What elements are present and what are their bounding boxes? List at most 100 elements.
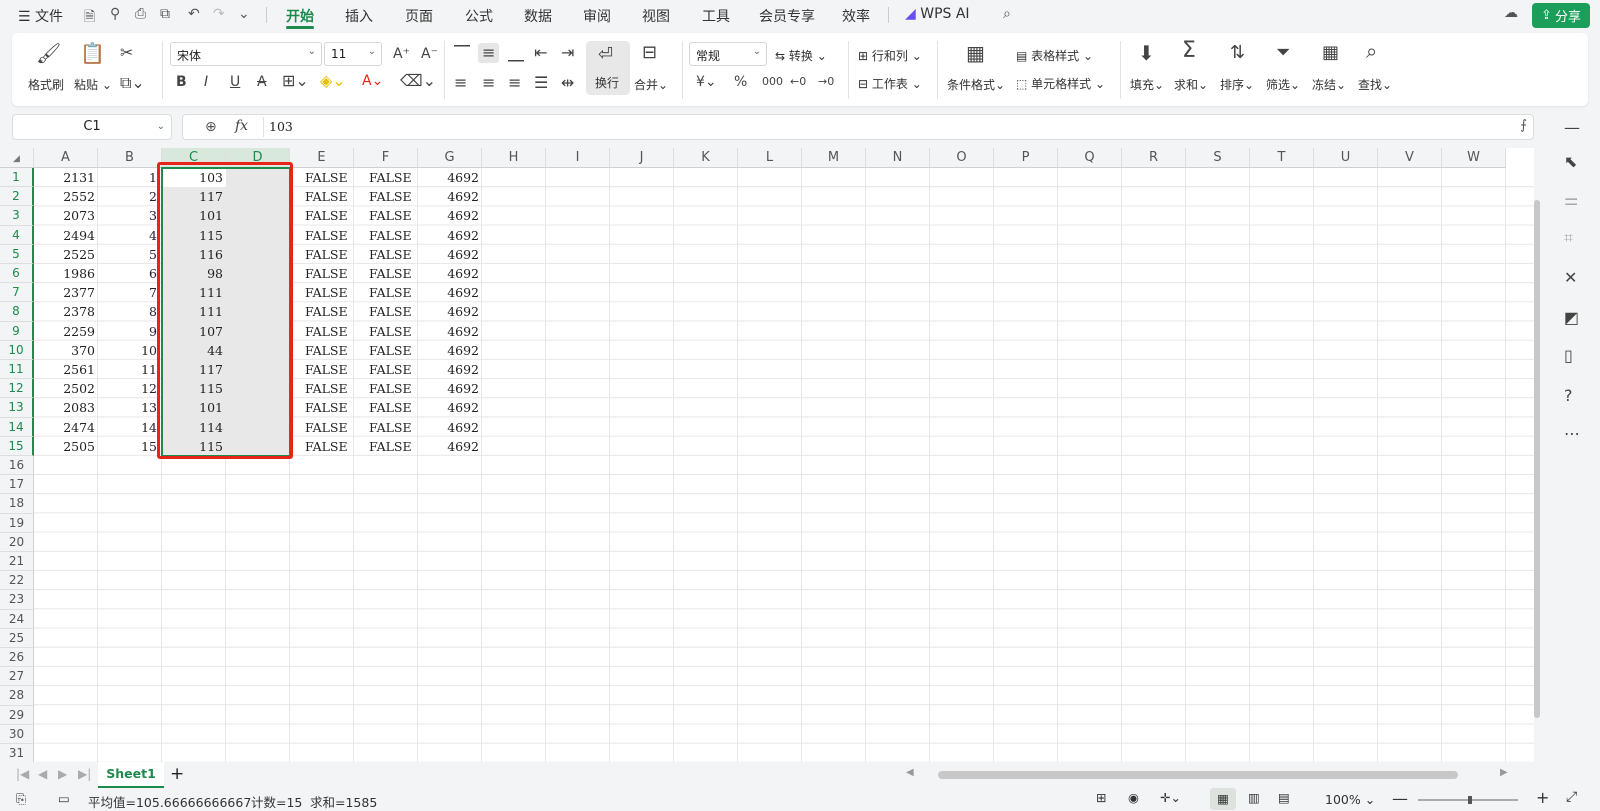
- cell-g12[interactable]: 4692: [418, 379, 482, 398]
- cell-style-button[interactable]: ⬚ 单元格样式 ⌄: [1016, 75, 1105, 92]
- cell-f6[interactable]: FALSE: [369, 264, 418, 283]
- tools-icon[interactable]: ✕: [1564, 270, 1577, 286]
- cell-b9[interactable]: 9: [98, 322, 157, 341]
- find-button[interactable]: 查找⌄: [1358, 76, 1392, 93]
- number-format-select[interactable]: 常规 ⌄: [689, 42, 767, 66]
- macro-icon[interactable]: ⎘: [16, 791, 26, 807]
- cut-icon[interactable]: ✂: [120, 45, 133, 61]
- zoom-slider-thumb[interactable]: [1468, 796, 1472, 804]
- cell-g7[interactable]: 4692: [418, 283, 482, 302]
- cell-b11[interactable]: 11: [98, 360, 157, 379]
- name-box[interactable]: C1 ⌄: [12, 114, 172, 140]
- row-header-22[interactable]: 22: [0, 571, 34, 591]
- horizontal-scrollbar[interactable]: [938, 771, 1458, 779]
- sort-button[interactable]: 排序⌄: [1220, 76, 1254, 93]
- thousands-icon[interactable]: 000: [762, 74, 783, 90]
- crosshair-icon[interactable]: ✛⌄: [1160, 790, 1181, 805]
- cell-a1[interactable]: 2131: [34, 168, 98, 187]
- select-cursor-icon[interactable]: ⬉: [1564, 154, 1577, 170]
- row-header-30[interactable]: 30: [0, 724, 34, 744]
- page-layout-icon[interactable]: ▥: [1248, 790, 1260, 805]
- collapse-icon[interactable]: —: [1564, 120, 1580, 136]
- row-header-21[interactable]: 21: [0, 552, 34, 572]
- row-header-25[interactable]: 25: [0, 628, 34, 648]
- cell-e11[interactable]: FALSE: [305, 360, 354, 379]
- align-top-icon[interactable]: ⎺: [454, 45, 470, 61]
- sum-button[interactable]: 求和⌄: [1174, 76, 1208, 93]
- page-break-icon[interactable]: ▤: [1278, 790, 1290, 805]
- undo-icon[interactable]: ↶: [188, 6, 200, 22]
- cell-f2[interactable]: FALSE: [369, 187, 418, 206]
- cell-f15[interactable]: FALSE: [369, 437, 418, 456]
- cell-g2[interactable]: 4692: [418, 187, 482, 206]
- cell-e6[interactable]: FALSE: [305, 264, 354, 283]
- italic-icon[interactable]: I: [204, 74, 208, 90]
- cell-a9[interactable]: 2259: [34, 322, 98, 341]
- column-header-b[interactable]: B: [98, 148, 162, 168]
- paste-icon[interactable]: 📋: [80, 43, 105, 63]
- fx-icon[interactable]: fx: [235, 118, 248, 134]
- distribute-icon[interactable]: ⇹: [561, 75, 574, 91]
- cell-e14[interactable]: FALSE: [305, 418, 354, 437]
- vertical-scrollbar[interactable]: [1532, 172, 1542, 754]
- column-header-m[interactable]: M: [802, 148, 866, 168]
- align-center-icon[interactable]: ≡: [482, 75, 495, 91]
- cell-f1[interactable]: FALSE: [369, 168, 418, 187]
- conditional-format-icon[interactable]: ▦: [966, 43, 985, 63]
- cell-e1[interactable]: FALSE: [305, 168, 354, 187]
- status-sum[interactable]: 求和=1585: [310, 792, 377, 811]
- cell-f10[interactable]: FALSE: [369, 341, 418, 360]
- book-icon[interactable]: ▯: [1564, 348, 1573, 364]
- row-header-4[interactable]: 4: [0, 225, 34, 245]
- fill-button[interactable]: 填充⌄: [1130, 76, 1164, 93]
- row-header-20[interactable]: 20: [0, 532, 34, 552]
- cell-g15[interactable]: 4692: [418, 437, 482, 456]
- row-header-7[interactable]: 7: [0, 283, 34, 303]
- align-bottom-icon[interactable]: ⎽: [508, 45, 524, 61]
- table-style-button[interactable]: ▤ 表格样式 ⌄: [1016, 47, 1093, 64]
- crop-icon[interactable]: ⌗: [1564, 230, 1573, 246]
- cell-b4[interactable]: 4: [98, 226, 157, 245]
- column-header-w[interactable]: W: [1442, 148, 1506, 168]
- row-header-19[interactable]: 19: [0, 513, 34, 533]
- cell-e2[interactable]: FALSE: [305, 187, 354, 206]
- save-icon[interactable]: 🗎: [84, 6, 95, 30]
- cell-a4[interactable]: 2494: [34, 226, 98, 245]
- font-shrink-icon[interactable]: A⁻: [421, 46, 438, 62]
- cell-e10[interactable]: FALSE: [305, 341, 354, 360]
- cell-g10[interactable]: 4692: [418, 341, 482, 360]
- tab-formula[interactable]: 公式: [465, 6, 493, 26]
- cell-f11[interactable]: FALSE: [369, 360, 418, 379]
- column-header-p[interactable]: P: [994, 148, 1058, 168]
- cell-f14[interactable]: FALSE: [369, 418, 418, 437]
- column-header-t[interactable]: T: [1250, 148, 1314, 168]
- note-icon[interactable]: ▭: [58, 791, 70, 806]
- column-header-u[interactable]: U: [1314, 148, 1378, 168]
- percent-icon[interactable]: %: [734, 74, 747, 90]
- row-header-12[interactable]: 12: [0, 379, 34, 399]
- print-icon[interactable]: ⎙: [135, 6, 146, 22]
- row-header-17[interactable]: 17: [0, 475, 34, 495]
- cell-a7[interactable]: 2377: [34, 283, 98, 302]
- tab-wps-ai[interactable]: ◢ WPS AI: [905, 6, 970, 22]
- justify-icon[interactable]: ☰: [534, 75, 548, 91]
- sum-icon[interactable]: Σ: [1182, 40, 1196, 62]
- more-icon[interactable]: ⋯: [1564, 426, 1580, 442]
- bold-icon[interactable]: B: [176, 74, 187, 90]
- cell-b10[interactable]: 10: [98, 341, 157, 360]
- column-header-k[interactable]: K: [674, 148, 738, 168]
- cell-b2[interactable]: 2: [98, 187, 157, 206]
- freeze-button[interactable]: 冻结⌄: [1312, 76, 1346, 93]
- underline-icon[interactable]: U: [230, 74, 240, 90]
- row-header-3[interactable]: 3: [0, 206, 34, 226]
- row-header-26[interactable]: 26: [0, 648, 34, 668]
- cell-b7[interactable]: 7: [98, 283, 157, 302]
- paste-button[interactable]: 粘贴 ⌄: [74, 76, 112, 93]
- zoom-out-icon[interactable]: —: [1392, 789, 1408, 808]
- format-painter-icon[interactable]: 🖌: [36, 43, 61, 63]
- clear-format-icon[interactable]: ⌫⌄: [400, 73, 436, 89]
- cell-a3[interactable]: 2073: [34, 206, 98, 225]
- rows-cols-button[interactable]: ⊞ 行和列 ⌄: [858, 47, 922, 64]
- cell-e3[interactable]: FALSE: [305, 206, 354, 225]
- font-name-select[interactable]: 宋体 ⌄: [170, 42, 322, 66]
